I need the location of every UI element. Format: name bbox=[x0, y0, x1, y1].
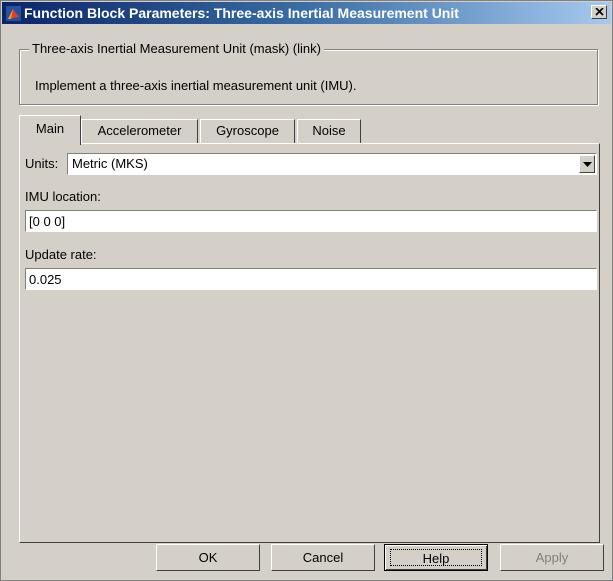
tab-label: Main bbox=[35, 121, 65, 136]
ok-button[interactable]: OK bbox=[156, 544, 260, 571]
update-rate-field[interactable] bbox=[25, 268, 597, 290]
tab-gyroscope[interactable]: Gyroscope bbox=[200, 119, 295, 143]
apply-label: Apply bbox=[535, 550, 569, 565]
tab-noise[interactable]: Noise bbox=[297, 119, 361, 143]
dialog-window: Function Block Parameters: Three-axis In… bbox=[0, 0, 613, 581]
apply-button[interactable]: Apply bbox=[500, 544, 604, 571]
chevron-down-icon bbox=[583, 162, 592, 167]
mask-description: Implement a three-axis inertial measurem… bbox=[35, 78, 357, 93]
tab-label: Noise bbox=[312, 123, 346, 138]
imu-location-field[interactable] bbox=[25, 210, 597, 232]
tab-accelerometer[interactable]: Accelerometer bbox=[81, 119, 198, 143]
cancel-label: Cancel bbox=[302, 550, 344, 565]
tab-main[interactable]: Main bbox=[19, 115, 81, 145]
units-dropdown-button[interactable] bbox=[579, 155, 595, 173]
mask-group-legend: Three-axis Inertial Measurement Unit (ma… bbox=[29, 41, 324, 56]
help-label: Help bbox=[422, 551, 450, 566]
close-icon bbox=[595, 8, 604, 16]
close-button[interactable] bbox=[591, 5, 607, 19]
imu-location-label: IMU location: bbox=[25, 189, 101, 204]
tab-label: Gyroscope bbox=[216, 123, 279, 138]
cancel-button[interactable]: Cancel bbox=[271, 544, 375, 571]
help-button[interactable]: Help bbox=[384, 544, 488, 571]
units-selected-value: Metric (MKS) bbox=[72, 156, 148, 171]
tab-label: Accelerometer bbox=[97, 123, 182, 138]
simulink-block-icon bbox=[6, 6, 21, 21]
update-rate-label: Update rate: bbox=[25, 247, 97, 262]
ok-label: OK bbox=[198, 550, 218, 565]
focus-rect: Help bbox=[390, 549, 482, 566]
tab-panel-main bbox=[19, 143, 600, 543]
units-label: Units: bbox=[25, 156, 59, 171]
window-title: Function Block Parameters: Three-axis In… bbox=[24, 5, 459, 21]
units-select[interactable]: Metric (MKS) bbox=[67, 153, 597, 175]
title-bar[interactable]: Function Block Parameters: Three-axis In… bbox=[2, 2, 611, 24]
mask-description-group bbox=[19, 49, 598, 105]
